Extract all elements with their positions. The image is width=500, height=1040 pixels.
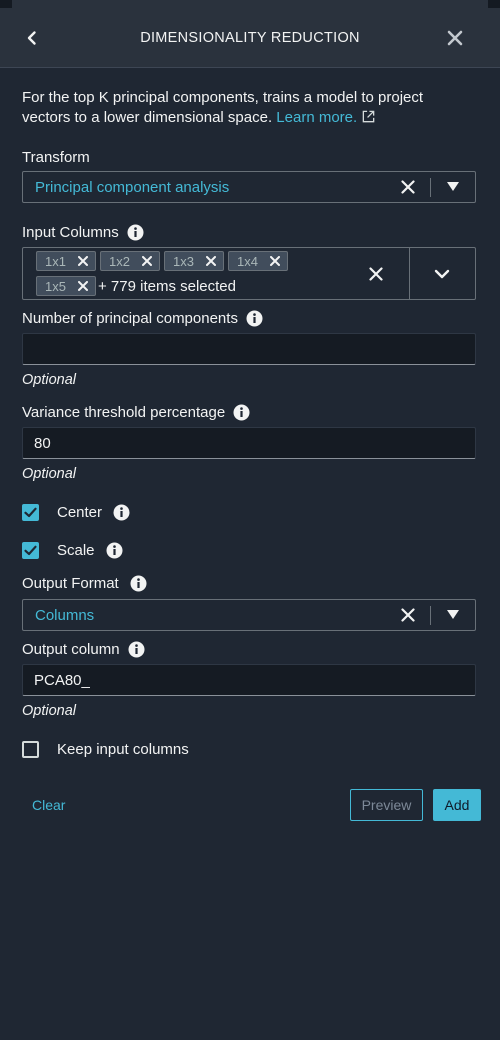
- center-label: Center: [57, 504, 130, 521]
- column-token: 1x1: [36, 251, 96, 271]
- variance-threshold-label: Variance threshold percentage: [22, 404, 250, 421]
- info-icon[interactable]: [246, 310, 263, 327]
- variance-threshold-hint: Optional: [22, 466, 77, 482]
- info-icon[interactable]: [128, 641, 145, 658]
- close-icon[interactable]: [445, 28, 465, 48]
- token-label: 1x5: [45, 279, 66, 294]
- variance-threshold-input[interactable]: 80: [22, 427, 476, 459]
- panel-title: DIMENSIONALITY REDUCTION: [140, 30, 360, 46]
- token-label: 1x3: [173, 254, 194, 269]
- output-format-label-text: Output Format: [22, 575, 119, 592]
- remove-token-icon[interactable]: [78, 256, 88, 266]
- info-icon[interactable]: [233, 404, 250, 421]
- clear-button[interactable]: Clear: [32, 797, 65, 813]
- input-columns-label: Input Columns: [22, 224, 144, 241]
- remove-token-icon[interactable]: [78, 281, 88, 291]
- scale-label-text: Scale: [57, 542, 95, 559]
- num-components-input[interactable]: [22, 333, 476, 365]
- num-components-label: Number of principal components: [22, 310, 263, 327]
- scale-checkbox[interactable]: [22, 542, 39, 559]
- clear-icon[interactable]: [401, 608, 415, 622]
- caret-down-icon[interactable]: [447, 610, 459, 620]
- multiselect-divider: [409, 248, 410, 299]
- info-icon[interactable]: [113, 504, 130, 521]
- center-checkbox[interactable]: [22, 504, 39, 521]
- select-divider: [430, 178, 431, 197]
- transform-label: Transform: [22, 149, 90, 166]
- output-format-select-value: Columns: [35, 607, 95, 624]
- column-token: 1x3: [164, 251, 224, 271]
- add-button[interactable]: Add: [433, 789, 481, 821]
- info-icon[interactable]: [106, 542, 123, 559]
- window-top-strip-inner: [12, 0, 488, 8]
- chevron-left-icon[interactable]: [22, 28, 42, 48]
- remove-token-icon[interactable]: [206, 256, 216, 266]
- token-label: 1x2: [109, 254, 130, 269]
- column-token: 1x2: [100, 251, 160, 271]
- output-column-label-text: Output column: [22, 641, 120, 658]
- output-column-label: Output column: [22, 641, 145, 658]
- info-icon[interactable]: [127, 224, 144, 241]
- transform-select[interactable]: Principal component analysis: [22, 171, 476, 203]
- output-column-hint: Optional: [22, 703, 77, 719]
- output-column-input[interactable]: PCA80_: [22, 664, 476, 696]
- token-label: 1x4: [237, 254, 258, 269]
- num-components-label-text: Number of principal components: [22, 310, 238, 327]
- select-divider: [430, 606, 431, 625]
- chevron-down-icon[interactable]: [434, 269, 450, 279]
- scale-label: Scale: [57, 542, 123, 559]
- preview-button[interactable]: Preview: [350, 789, 423, 821]
- learn-more-link[interactable]: Learn more.: [276, 109, 357, 126]
- caret-down-icon[interactable]: [447, 182, 459, 192]
- input-columns-multiselect[interactable]: 1x1 1x2 1x3 1x4 1x5 + 779 items selected: [22, 247, 476, 300]
- column-token: 1x5: [36, 276, 96, 296]
- keep-input-columns-label: Keep input columns: [57, 741, 189, 758]
- external-link-icon[interactable]: [361, 109, 376, 124]
- clear-selection-icon[interactable]: [369, 267, 383, 281]
- clear-icon[interactable]: [401, 180, 415, 194]
- input-columns-label-text: Input Columns: [22, 224, 119, 241]
- output-format-label: Output Format: [22, 575, 147, 592]
- panel-header: DIMENSIONALITY REDUCTION: [0, 8, 500, 68]
- keep-input-columns-checkbox[interactable]: [22, 741, 39, 758]
- transform-select-value: Principal component analysis: [35, 179, 230, 196]
- output-format-select[interactable]: Columns: [22, 599, 476, 631]
- center-label-text: Center: [57, 504, 103, 521]
- info-icon[interactable]: [130, 575, 147, 592]
- description: For the top K principal components, trai…: [22, 88, 472, 128]
- column-token: 1x4: [228, 251, 288, 271]
- selected-count: + 779 items selected: [98, 278, 236, 295]
- variance-threshold-label-text: Variance threshold percentage: [22, 404, 226, 421]
- remove-token-icon[interactable]: [270, 256, 280, 266]
- token-label: 1x1: [45, 254, 66, 269]
- num-components-hint: Optional: [22, 372, 77, 388]
- window-top-strip: [0, 0, 500, 8]
- remove-token-icon[interactable]: [142, 256, 152, 266]
